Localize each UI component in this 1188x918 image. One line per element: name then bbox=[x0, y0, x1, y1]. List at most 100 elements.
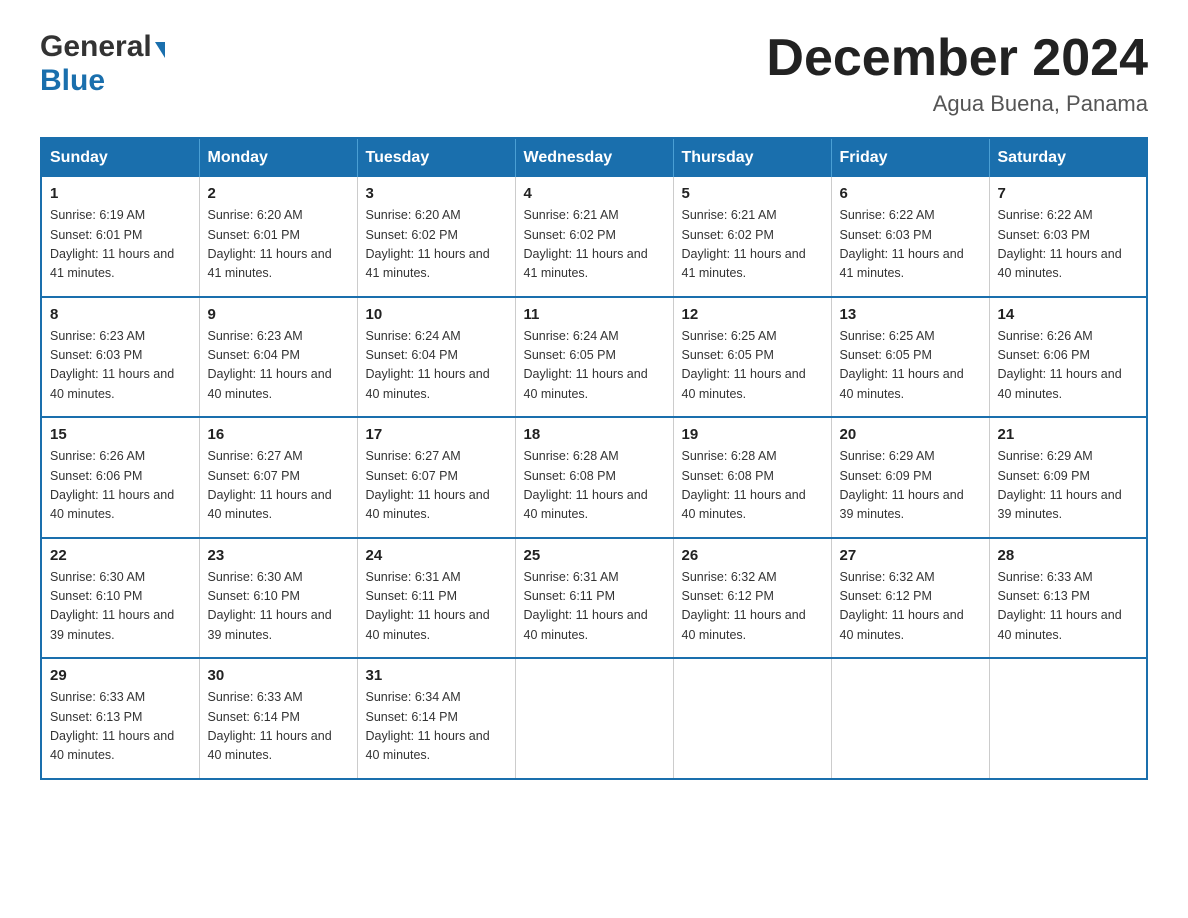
sunset-label: Sunset: 6:02 PM bbox=[524, 228, 616, 242]
day-number: 25 bbox=[524, 547, 665, 564]
daylight-label: Daylight: 11 hours and 40 minutes. bbox=[682, 608, 806, 641]
sunset-label: Sunset: 6:09 PM bbox=[840, 469, 932, 483]
daylight-label: Daylight: 11 hours and 40 minutes. bbox=[682, 488, 806, 521]
day-info: Sunrise: 6:29 AM Sunset: 6:09 PM Dayligh… bbox=[840, 447, 981, 525]
logo-general: General bbox=[40, 30, 152, 64]
logo-top-line: General bbox=[40, 30, 165, 64]
day-info: Sunrise: 6:23 AM Sunset: 6:03 PM Dayligh… bbox=[50, 327, 191, 405]
sunset-label: Sunset: 6:05 PM bbox=[840, 348, 932, 362]
sunrise-label: Sunrise: 6:33 AM bbox=[50, 690, 145, 704]
sunset-label: Sunset: 6:06 PM bbox=[50, 469, 142, 483]
day-info: Sunrise: 6:22 AM Sunset: 6:03 PM Dayligh… bbox=[998, 206, 1139, 284]
day-info: Sunrise: 6:27 AM Sunset: 6:07 PM Dayligh… bbox=[208, 447, 349, 525]
table-row: 22 Sunrise: 6:30 AM Sunset: 6:10 PM Dayl… bbox=[41, 538, 199, 659]
sunset-label: Sunset: 6:12 PM bbox=[840, 589, 932, 603]
sunset-label: Sunset: 6:03 PM bbox=[840, 228, 932, 242]
table-row: 10 Sunrise: 6:24 AM Sunset: 6:04 PM Dayl… bbox=[357, 297, 515, 418]
sunset-label: Sunset: 6:08 PM bbox=[524, 469, 616, 483]
col-thursday: Thursday bbox=[673, 138, 831, 177]
sunset-label: Sunset: 6:13 PM bbox=[998, 589, 1090, 603]
sunset-label: Sunset: 6:04 PM bbox=[366, 348, 458, 362]
day-number: 19 bbox=[682, 426, 823, 443]
col-sunday: Sunday bbox=[41, 138, 199, 177]
day-number: 20 bbox=[840, 426, 981, 443]
day-number: 22 bbox=[50, 547, 191, 564]
day-number: 8 bbox=[50, 306, 191, 323]
day-info: Sunrise: 6:22 AM Sunset: 6:03 PM Dayligh… bbox=[840, 206, 981, 284]
day-info: Sunrise: 6:28 AM Sunset: 6:08 PM Dayligh… bbox=[524, 447, 665, 525]
daylight-label: Daylight: 11 hours and 40 minutes. bbox=[840, 608, 964, 641]
daylight-label: Daylight: 11 hours and 40 minutes. bbox=[208, 729, 332, 762]
day-info: Sunrise: 6:31 AM Sunset: 6:11 PM Dayligh… bbox=[524, 568, 665, 646]
daylight-label: Daylight: 11 hours and 40 minutes. bbox=[208, 367, 332, 400]
day-number: 23 bbox=[208, 547, 349, 564]
daylight-label: Daylight: 11 hours and 40 minutes. bbox=[998, 608, 1122, 641]
logo: General Blue bbox=[40, 30, 165, 98]
table-row bbox=[989, 658, 1147, 779]
day-number: 4 bbox=[524, 185, 665, 202]
table-row: 29 Sunrise: 6:33 AM Sunset: 6:13 PM Dayl… bbox=[41, 658, 199, 779]
table-row: 28 Sunrise: 6:33 AM Sunset: 6:13 PM Dayl… bbox=[989, 538, 1147, 659]
table-row: 16 Sunrise: 6:27 AM Sunset: 6:07 PM Dayl… bbox=[199, 417, 357, 538]
daylight-label: Daylight: 11 hours and 40 minutes. bbox=[840, 367, 964, 400]
sunset-label: Sunset: 6:01 PM bbox=[50, 228, 142, 242]
day-number: 16 bbox=[208, 426, 349, 443]
sunset-label: Sunset: 6:13 PM bbox=[50, 710, 142, 724]
calendar-week-row: 1 Sunrise: 6:19 AM Sunset: 6:01 PM Dayli… bbox=[41, 177, 1147, 297]
daylight-label: Daylight: 11 hours and 40 minutes. bbox=[366, 729, 490, 762]
day-info: Sunrise: 6:26 AM Sunset: 6:06 PM Dayligh… bbox=[998, 327, 1139, 405]
day-number: 10 bbox=[366, 306, 507, 323]
table-row: 26 Sunrise: 6:32 AM Sunset: 6:12 PM Dayl… bbox=[673, 538, 831, 659]
day-info: Sunrise: 6:24 AM Sunset: 6:04 PM Dayligh… bbox=[366, 327, 507, 405]
table-row: 3 Sunrise: 6:20 AM Sunset: 6:02 PM Dayli… bbox=[357, 177, 515, 297]
col-wednesday: Wednesday bbox=[515, 138, 673, 177]
table-row: 15 Sunrise: 6:26 AM Sunset: 6:06 PM Dayl… bbox=[41, 417, 199, 538]
sunset-label: Sunset: 6:14 PM bbox=[208, 710, 300, 724]
day-info: Sunrise: 6:34 AM Sunset: 6:14 PM Dayligh… bbox=[366, 688, 507, 766]
sunrise-label: Sunrise: 6:29 AM bbox=[840, 449, 935, 463]
calendar-week-row: 15 Sunrise: 6:26 AM Sunset: 6:06 PM Dayl… bbox=[41, 417, 1147, 538]
day-info: Sunrise: 6:23 AM Sunset: 6:04 PM Dayligh… bbox=[208, 327, 349, 405]
sunset-label: Sunset: 6:07 PM bbox=[366, 469, 458, 483]
sunset-label: Sunset: 6:10 PM bbox=[50, 589, 142, 603]
table-row bbox=[673, 658, 831, 779]
table-row: 5 Sunrise: 6:21 AM Sunset: 6:02 PM Dayli… bbox=[673, 177, 831, 297]
sunrise-label: Sunrise: 6:25 AM bbox=[840, 329, 935, 343]
day-info: Sunrise: 6:30 AM Sunset: 6:10 PM Dayligh… bbox=[50, 568, 191, 646]
sunset-label: Sunset: 6:07 PM bbox=[208, 469, 300, 483]
sunset-label: Sunset: 6:02 PM bbox=[366, 228, 458, 242]
day-number: 11 bbox=[524, 306, 665, 323]
daylight-label: Daylight: 11 hours and 41 minutes. bbox=[840, 247, 964, 280]
sunrise-label: Sunrise: 6:28 AM bbox=[524, 449, 619, 463]
calendar-week-row: 22 Sunrise: 6:30 AM Sunset: 6:10 PM Dayl… bbox=[41, 538, 1147, 659]
day-info: Sunrise: 6:27 AM Sunset: 6:07 PM Dayligh… bbox=[366, 447, 507, 525]
table-row: 7 Sunrise: 6:22 AM Sunset: 6:03 PM Dayli… bbox=[989, 177, 1147, 297]
table-row: 19 Sunrise: 6:28 AM Sunset: 6:08 PM Dayl… bbox=[673, 417, 831, 538]
table-row: 20 Sunrise: 6:29 AM Sunset: 6:09 PM Dayl… bbox=[831, 417, 989, 538]
table-row: 17 Sunrise: 6:27 AM Sunset: 6:07 PM Dayl… bbox=[357, 417, 515, 538]
day-number: 24 bbox=[366, 547, 507, 564]
daylight-label: Daylight: 11 hours and 40 minutes. bbox=[998, 247, 1122, 280]
table-row: 4 Sunrise: 6:21 AM Sunset: 6:02 PM Dayli… bbox=[515, 177, 673, 297]
daylight-label: Daylight: 11 hours and 40 minutes. bbox=[208, 488, 332, 521]
daylight-label: Daylight: 11 hours and 40 minutes. bbox=[998, 367, 1122, 400]
table-row bbox=[515, 658, 673, 779]
day-number: 15 bbox=[50, 426, 191, 443]
sunrise-label: Sunrise: 6:22 AM bbox=[840, 208, 935, 222]
day-info: Sunrise: 6:32 AM Sunset: 6:12 PM Dayligh… bbox=[840, 568, 981, 646]
calendar-table: Sunday Monday Tuesday Wednesday Thursday… bbox=[40, 137, 1148, 780]
daylight-label: Daylight: 11 hours and 40 minutes. bbox=[366, 367, 490, 400]
sunrise-label: Sunrise: 6:30 AM bbox=[50, 570, 145, 584]
day-number: 3 bbox=[366, 185, 507, 202]
table-row: 12 Sunrise: 6:25 AM Sunset: 6:05 PM Dayl… bbox=[673, 297, 831, 418]
day-number: 2 bbox=[208, 185, 349, 202]
day-info: Sunrise: 6:33 AM Sunset: 6:14 PM Dayligh… bbox=[208, 688, 349, 766]
daylight-label: Daylight: 11 hours and 39 minutes. bbox=[208, 608, 332, 641]
sunset-label: Sunset: 6:11 PM bbox=[366, 589, 458, 603]
sunset-label: Sunset: 6:06 PM bbox=[998, 348, 1090, 362]
day-info: Sunrise: 6:21 AM Sunset: 6:02 PM Dayligh… bbox=[524, 206, 665, 284]
day-info: Sunrise: 6:31 AM Sunset: 6:11 PM Dayligh… bbox=[366, 568, 507, 646]
day-number: 9 bbox=[208, 306, 349, 323]
sunrise-label: Sunrise: 6:32 AM bbox=[682, 570, 777, 584]
table-row: 25 Sunrise: 6:31 AM Sunset: 6:11 PM Dayl… bbox=[515, 538, 673, 659]
